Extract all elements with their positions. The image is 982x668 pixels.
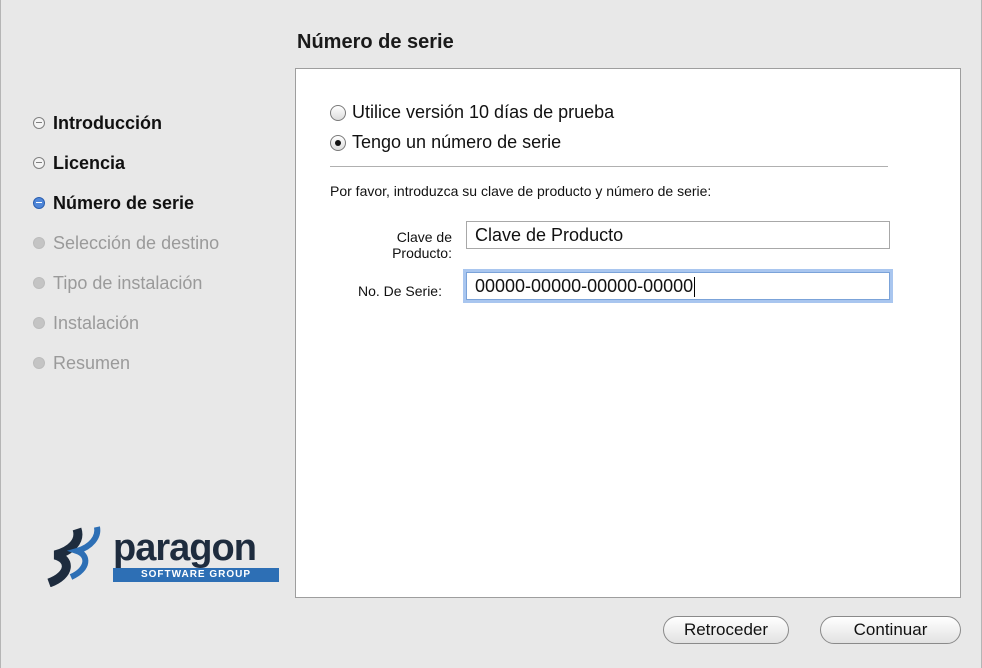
product-key-label-line2: Producto:: [392, 245, 452, 261]
instruction-text: Por favor, introduzca su clave de produc…: [330, 183, 712, 199]
text-caret: [694, 277, 696, 298]
installer-window: Número de serie Introducción Licencia Nú…: [0, 0, 982, 668]
trial-radio[interactable]: [330, 104, 346, 121]
step-label: Resumen: [53, 352, 131, 373]
product-key-label: Clave de Producto:: [366, 229, 452, 261]
continue-button[interactable]: Continuar: [820, 616, 961, 644]
step-label: Instalación: [53, 312, 140, 333]
back-button[interactable]: Retroceder: [663, 616, 789, 644]
serial-radio[interactable]: [330, 134, 346, 151]
step-done-icon: [33, 117, 45, 129]
serial-option[interactable]: Tengo un número de serie: [330, 132, 561, 153]
step-label: Introducción: [53, 112, 162, 133]
step-label: Licencia: [53, 152, 126, 173]
step-install-type: Tipo de instalación: [33, 263, 219, 303]
step-label: Número de serie: [53, 192, 195, 213]
content-panel: Utilice versión 10 días de prueba Tengo …: [295, 68, 961, 598]
step-pending-icon: [33, 277, 45, 289]
step-pending-icon: [33, 357, 45, 369]
logo-wordmark: paragon: [113, 527, 257, 569]
product-key-label-line1: Clave de: [396, 229, 452, 245]
logo-subtitle: SOFTWARE GROUP: [113, 568, 279, 582]
serial-option-label: Tengo un número de serie: [352, 132, 562, 152]
trial-option[interactable]: Utilice versión 10 días de prueba: [330, 102, 614, 123]
step-label: Selección de destino: [53, 232, 220, 253]
paragon-swirl-icon: [47, 526, 101, 587]
serial-number-value: 00000-00000-00000-00000: [475, 276, 694, 296]
divider: [330, 166, 888, 167]
step-pending-icon: [33, 237, 45, 249]
installer-steps: Introducción Licencia Número de serie Se…: [33, 103, 219, 383]
step-introduction: Introducción: [33, 103, 219, 143]
step-license: Licencia: [33, 143, 219, 183]
serial-number-input[interactable]: 00000-00000-00000-00000: [466, 272, 890, 300]
step-label: Tipo de instalación: [53, 272, 203, 293]
page-title: Número de serie: [297, 31, 454, 53]
serial-number-label: No. De Serie:: [357, 283, 442, 299]
step-installation: Instalación: [33, 303, 219, 343]
step-serial-number: Número de serie: [33, 183, 219, 223]
trial-option-label: Utilice versión 10 días de prueba: [352, 102, 615, 122]
step-pending-icon: [33, 317, 45, 329]
step-done-icon: [33, 157, 45, 169]
paragon-logo: paragon SOFTWARE GROUP: [41, 525, 281, 587]
step-summary: Resumen: [33, 343, 219, 383]
product-key-input[interactable]: Clave de Producto: [466, 221, 890, 249]
step-current-icon: [33, 197, 45, 209]
step-destination: Selección de destino: [33, 223, 219, 263]
